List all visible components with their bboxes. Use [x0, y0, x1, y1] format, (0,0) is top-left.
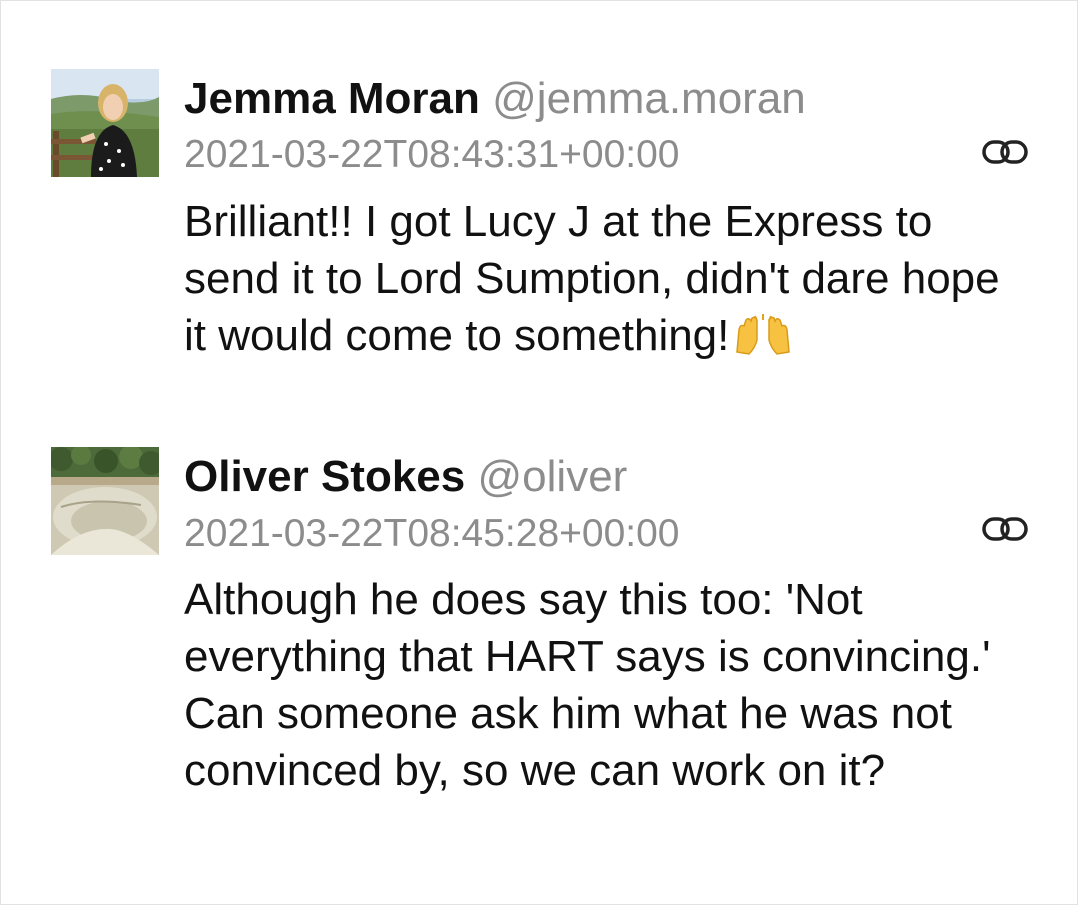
post-header: Jemma Moran @jemma.moran	[184, 73, 806, 125]
timestamp: 2021-03-22T08:43:31+00:00	[184, 133, 680, 176]
author-name[interactable]: Jemma Moran	[184, 74, 480, 123]
post-header: Oliver Stokes @oliver	[184, 451, 627, 503]
post-text-content: Brilliant!! I got Lucy J at the Express …	[184, 197, 1000, 360]
avatar-oliver-stokes[interactable]	[51, 447, 159, 555]
skatepark-bowl-photo	[51, 447, 159, 555]
woman-in-countryside-photo	[51, 69, 159, 177]
author-handle[interactable]: @oliver	[478, 452, 628, 501]
author-handle[interactable]: @jemma.moran	[492, 74, 806, 123]
link-icon[interactable]	[982, 139, 1028, 165]
timestamp: 2021-03-22T08:45:28+00:00	[184, 512, 680, 555]
avatar-jemma-moran[interactable]	[51, 69, 159, 177]
post-text: Brilliant!! I got Lucy J at the Express …	[184, 193, 1024, 364]
post-text-content: Although he does say this too: 'Not ever…	[184, 575, 991, 795]
raising-hands-icon	[733, 312, 793, 356]
post-text: Although he does say this too: 'Not ever…	[184, 571, 1024, 799]
author-name[interactable]: Oliver Stokes	[184, 452, 465, 501]
link-icon[interactable]	[982, 516, 1028, 542]
